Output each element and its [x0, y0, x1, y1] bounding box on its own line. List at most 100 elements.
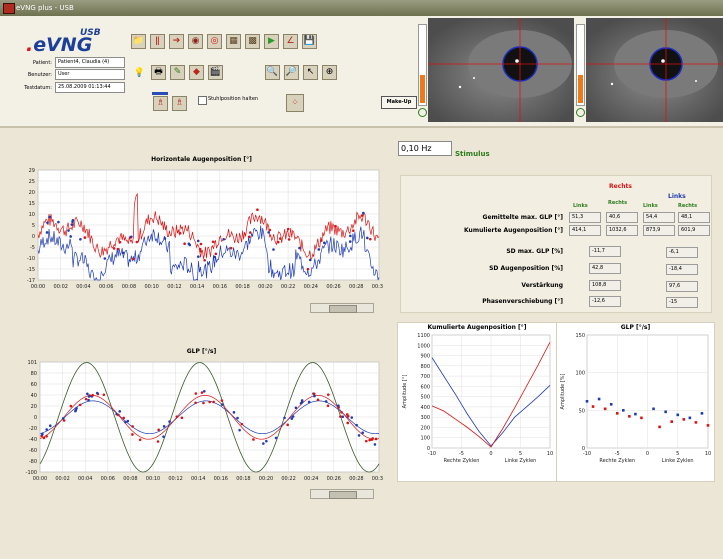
data-point	[591, 405, 595, 408]
value-cell: 108,8	[589, 280, 621, 291]
app-icon[interactable]	[3, 3, 15, 14]
checker-icon[interactable]: ▩	[245, 34, 260, 49]
tick-label: -10	[583, 451, 591, 457]
main-area: Horizontale Augenposition [°] 29 25 20 15 10…	[0, 128, 723, 559]
tick-label: 00:24	[304, 284, 318, 290]
data-point	[61, 417, 65, 420]
tick-label: 29	[29, 168, 35, 174]
eye-icon[interactable]: ◉	[188, 34, 203, 49]
tick-label: 00:12	[168, 476, 182, 482]
data-point	[87, 398, 90, 402]
tick-label: 00:18	[236, 476, 250, 482]
data-point	[87, 395, 91, 398]
patient-field[interactable]: Patient4, Claudia (4)	[55, 57, 125, 68]
data-point	[103, 257, 107, 260]
date-field[interactable]: 25.08.2009 01:13:44	[55, 82, 125, 93]
data-point	[138, 438, 142, 442]
tick-label: 00:08	[122, 284, 136, 290]
tick-label: 100	[420, 436, 430, 442]
data-point	[286, 227, 290, 231]
data-point	[69, 404, 73, 408]
camera-right-toggle[interactable]	[576, 108, 585, 117]
data-point	[214, 252, 218, 256]
makeup-button[interactable]: Make-Up	[381, 96, 417, 109]
tick-label: 00:16	[214, 476, 228, 482]
data-point	[78, 403, 82, 407]
window-title: eVNG plus - USB	[16, 4, 74, 12]
data-point	[287, 238, 291, 241]
data-point	[162, 435, 165, 438]
data-point	[265, 439, 268, 443]
row-label: Gemittelte max. GLP [°]	[482, 214, 563, 221]
data-point	[316, 398, 320, 402]
data-point	[41, 432, 44, 436]
camera-left-slider[interactable]	[418, 24, 427, 106]
tick-label: 10	[705, 451, 711, 457]
data-point	[200, 391, 204, 394]
glp-cycles-chart-plot: 150100500-10 -5 0 5 10Amplitude [%]Rechte Zy…	[560, 333, 711, 464]
compass-icon[interactable]: ⊕	[322, 65, 337, 80]
data-point	[609, 403, 613, 406]
data-point	[300, 399, 304, 402]
data-point	[290, 417, 294, 420]
eraser-icon[interactable]: ◆	[189, 65, 204, 80]
glp-scrollbar[interactable]	[310, 489, 374, 499]
chair-position-checkbox[interactable]	[198, 96, 207, 105]
data-point	[102, 393, 106, 397]
play-icon[interactable]: ▶	[264, 34, 279, 49]
data-point	[348, 240, 352, 243]
data-point	[126, 419, 130, 423]
data-point	[232, 411, 236, 414]
camera-left-toggle[interactable]	[418, 108, 427, 117]
data-point	[615, 412, 619, 415]
print-icon[interactable]: 🖶	[151, 65, 166, 80]
data-point	[175, 415, 179, 418]
cursor-icon[interactable]: ↖	[303, 65, 318, 80]
cumulative-chart-title: Kumulierte Augenposition [°]	[427, 324, 527, 331]
data-point	[622, 409, 625, 412]
x-axis-label-left: Rechte Zyklen	[599, 458, 635, 464]
user-field[interactable]: User	[55, 69, 125, 80]
tick-label: -40	[29, 437, 37, 443]
folder-icon[interactable]: 📁	[131, 34, 146, 49]
data-point	[135, 240, 139, 244]
save-icon[interactable]: 💾	[302, 34, 317, 49]
chair-icon[interactable]: ♗	[153, 96, 168, 111]
tick-label: 00:06	[101, 476, 115, 482]
lamp-icon[interactable]: 💡	[132, 65, 147, 80]
data-point	[75, 406, 78, 410]
data-point	[112, 247, 116, 250]
data-point	[95, 391, 99, 395]
tick-label: 300	[420, 415, 430, 421]
thermometer-icon[interactable]: ǁ	[150, 34, 165, 49]
target-icon[interactable]: ◎	[207, 34, 222, 49]
data-point	[91, 393, 94, 397]
pencil-icon[interactable]: ✎	[170, 65, 185, 80]
dots-icon[interactable]: ⁘	[286, 94, 304, 112]
tick-label: 900	[420, 354, 430, 360]
camera-right-slider[interactable]	[576, 24, 585, 106]
data-point	[307, 400, 311, 404]
data-point	[69, 235, 72, 238]
data-point	[326, 393, 330, 396]
data-point	[334, 224, 337, 228]
horizontal-scrollbar[interactable]	[310, 303, 374, 313]
frequency-field[interactable]: 0,10 Hz	[398, 141, 452, 156]
arrow-icon[interactable]: ➔	[169, 34, 184, 49]
tick-label: 150	[575, 333, 585, 339]
checker-icon[interactable]: ▦	[226, 34, 241, 49]
data-point	[339, 415, 342, 418]
col-rechts-r: Rechts	[608, 200, 628, 206]
zoom-in-icon[interactable]: 🔍	[265, 65, 280, 80]
chair-icon[interactable]: ♗	[172, 96, 187, 111]
angle-icon[interactable]: ∠	[283, 34, 298, 49]
data-point	[306, 267, 310, 271]
right-eye-image	[586, 18, 723, 122]
tick-label: 0	[489, 451, 492, 457]
zoom-out-icon[interactable]: 🔎	[284, 65, 299, 80]
title-bar: eVNG plus - USB	[0, 0, 723, 16]
clapper-icon[interactable]: 🎬	[208, 65, 223, 80]
data-point	[202, 401, 205, 405]
data-point	[312, 392, 316, 396]
data-point	[213, 255, 216, 259]
